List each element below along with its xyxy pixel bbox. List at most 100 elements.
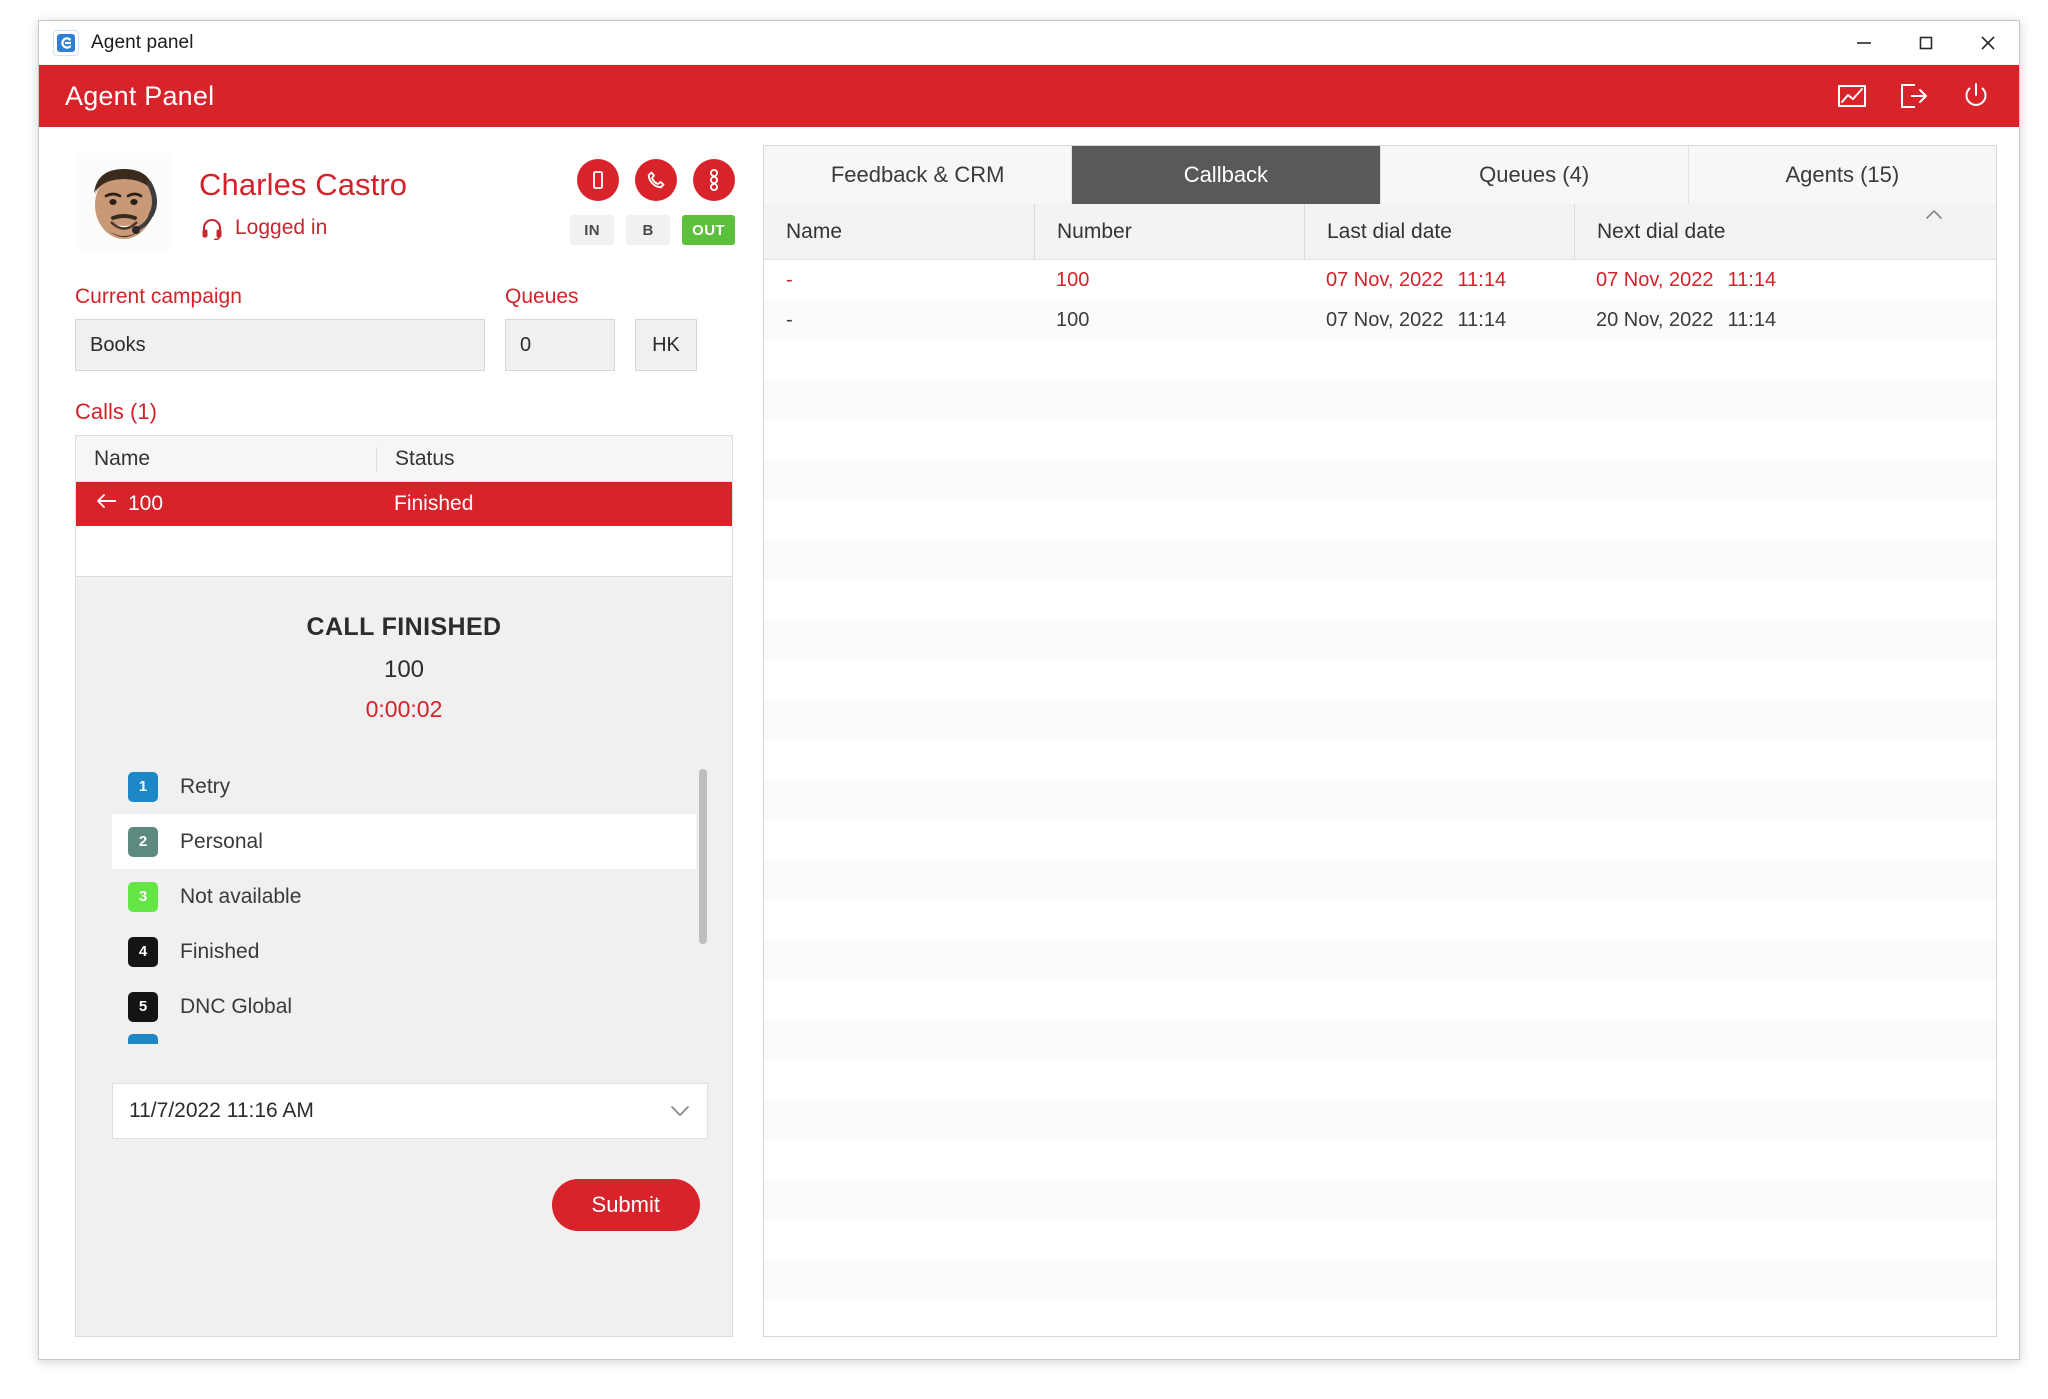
cb-next-time: 11:14 [1727,268,1777,291]
table-row [764,1220,1996,1260]
table-row [764,1260,1996,1300]
chevron-down-icon[interactable] [669,1104,691,1118]
table-row [764,700,1996,740]
call-name-cell: 100 [76,492,376,516]
callback-table-body: - 100 07 Nov, 2022 11:14 07 Nov, 2022 11:1… [764,260,1996,1336]
table-row[interactable]: - 100 07 Nov, 2022 11:14 07 Nov, 2022 11:1… [764,260,1996,300]
power-icon[interactable] [1959,79,1993,113]
callback-col-last-dial[interactable]: Last dial date [1304,204,1574,259]
table-row [764,460,1996,500]
header-actions [1835,79,1993,113]
disposition-key-badge: 5 [128,991,158,1022]
direction-chips: IN B OUT [570,215,735,245]
disposition-label: DNC Global [180,994,293,1018]
tab-agents[interactable]: Agents (15) [1688,146,1996,204]
tab-feedback-crm[interactable]: Feedback & CRM [764,146,1073,204]
minimize-icon[interactable] [1833,21,1895,64]
chip-in[interactable]: IN [570,215,615,245]
callback-table: Name Number Last dial date Next dial dat… [764,204,1996,1336]
agent-status-label: Logged in [235,216,328,239]
tab-bar: Feedback & CRM Callback Queues (4) Agent… [764,146,1996,204]
agent-meta: Charles Castro Logged in [173,153,570,241]
disposition-key-badge: 2 [128,826,158,857]
agent-card: Charles Castro Logged in IN B OUT [61,145,741,251]
disposition-number: 100 [383,656,425,683]
callback-col-number[interactable]: Number [1034,204,1304,259]
table-row [764,660,1996,700]
hk-button[interactable]: HK [635,319,697,371]
table-row [764,940,1996,980]
table-row [764,780,1996,820]
app-body: Charles Castro Logged in IN B OUT Curren… [39,127,2019,1359]
calls-title: Calls (1) [75,399,157,424]
queues-group: Queues 0 [505,285,615,371]
campaign-input[interactable]: Books [75,319,485,371]
list-item[interactable]: 1 Retry [112,759,710,814]
cb-next-dial: 07 Nov, 2022 11:14 [1574,269,1996,292]
list-item[interactable]: 4 Finished [112,924,710,979]
calls-table-header: Name Status [76,436,732,482]
scrollbar-thumb[interactable] [699,769,707,944]
cb-number: 100 [1056,308,1090,331]
table-row [764,1300,1996,1336]
disposition-scrollbar[interactable] [696,759,710,1049]
app-header: Agent Panel [39,65,2019,127]
agent-action-buttons [577,159,735,201]
disposition-label: Finished [180,939,260,963]
disposition-title: CALL FINISHED [306,613,502,641]
more-options-icon[interactable] [693,159,735,201]
callback-datetime-value: 11/7/2022 11:16 AM [129,1099,314,1122]
list-item[interactable] [112,1034,710,1049]
table-row [764,340,1996,380]
table-row [764,980,1996,1020]
table-row [764,500,1996,540]
disposition-list: 1 Retry 2 Personal 3 Not available 4 Fin… [112,759,710,1049]
chip-b[interactable]: B [626,215,671,245]
call-number: 100 [128,492,164,515]
left-panel: Charles Castro Logged in IN B OUT Curren… [61,145,741,1337]
list-item[interactable]: 2 Personal [112,814,710,869]
cb-next-dial: 20 Nov, 2022 11:14 [1574,309,1996,332]
maximize-icon[interactable] [1895,21,1957,64]
cb-next-time: 11:14 [1727,308,1777,331]
tab-callback[interactable]: Callback [1072,146,1381,204]
table-row [764,1140,1996,1180]
table-row [764,900,1996,940]
list-item[interactable]: 3 Not available [112,869,710,924]
list-item[interactable]: 5 DNC Global [112,979,710,1034]
disposition-key-badge: 1 [128,771,158,802]
calls-col-name: Name [94,446,151,470]
campaign-group: Current campaign Books [75,285,485,371]
app-logo-icon [53,29,79,56]
table-row [764,1020,1996,1060]
callback-col-name[interactable]: Name [764,204,1034,259]
disposition-key-badge: 4 [128,936,158,967]
logout-icon[interactable] [1897,79,1931,113]
sort-ascending-caret [1924,206,1944,223]
phone-icon[interactable] [635,159,677,201]
submit-button[interactable]: Submit [551,1179,700,1231]
cb-next-date: 20 Nov, 2022 [1596,308,1714,331]
agent-actions: IN B OUT [570,153,735,245]
disposition-timer: 0:00:02 [365,696,443,722]
hk-group: HK [635,319,697,371]
chip-out[interactable]: OUT [682,215,735,245]
queues-input[interactable]: 0 [505,319,615,371]
table-row [764,860,1996,900]
cb-last-dial: 07 Nov, 2022 11:14 [1304,269,1574,292]
tab-queues[interactable]: Queues (4) [1380,146,1689,204]
call-status: Finished [394,492,474,515]
stats-icon[interactable] [1835,79,1869,113]
cb-last-time: 11:14 [1457,268,1507,291]
cb-number: 100 [1056,268,1090,291]
campaign-label: Current campaign [75,285,242,308]
callback-datetime-input[interactable]: 11/7/2022 11:16 AM [112,1083,708,1139]
table-row [764,1180,1996,1220]
mobile-icon[interactable] [577,159,619,201]
close-icon[interactable] [1957,21,2019,64]
table-row[interactable]: 100 Finished [76,482,732,526]
callback-table-header: Name Number Last dial date Next dial dat… [764,204,1996,260]
table-row [764,1100,1996,1140]
titlebar-left: Agent panel [39,29,194,56]
table-row[interactable]: - 100 07 Nov, 2022 11:14 20 Nov, 2022 11:1… [764,300,1996,340]
